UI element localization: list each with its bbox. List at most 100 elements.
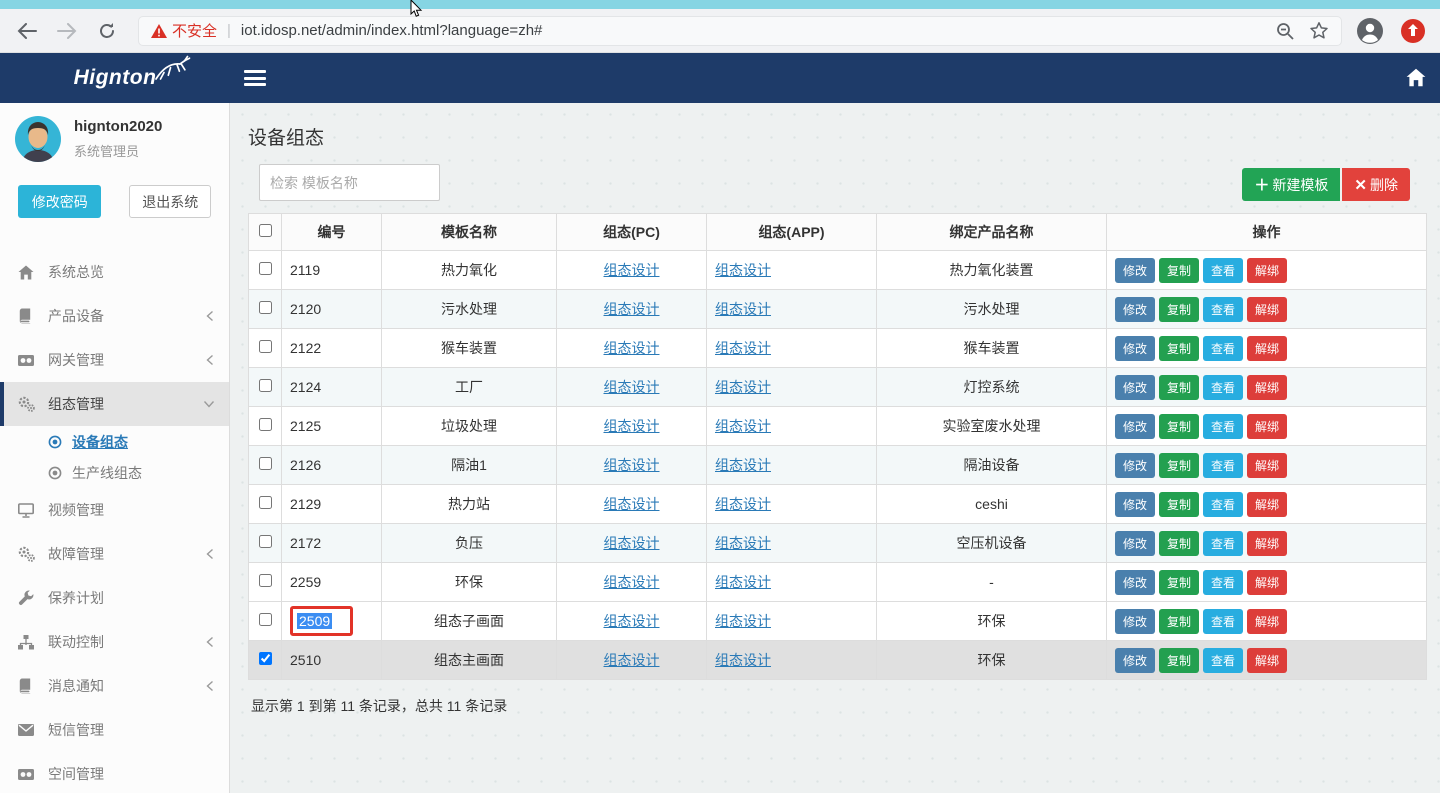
sidebar-item-8[interactable]: 消息通知 [0,664,229,708]
pc-design-link[interactable]: 组态设计 [604,652,660,668]
app-design-link[interactable]: 组态设计 [715,379,771,395]
unbind-button[interactable]: 解绑 [1247,570,1287,595]
pc-design-link[interactable]: 组态设计 [604,457,660,473]
view-button[interactable]: 查看 [1203,453,1243,478]
view-button[interactable]: 查看 [1203,258,1243,283]
sidebar-item-0[interactable]: 系统总览 [0,250,229,294]
pc-design-link[interactable]: 组态设计 [604,574,660,590]
app-design-link[interactable]: 组态设计 [715,496,771,512]
pc-design-link[interactable]: 组态设计 [604,535,660,551]
sidebar-item-1[interactable]: 产品设备 [0,294,229,338]
search-input[interactable] [259,164,440,201]
copy-button[interactable]: 复制 [1159,258,1199,283]
app-design-link[interactable]: 组态设计 [715,340,771,356]
row-checkbox[interactable] [259,379,272,392]
unbind-button[interactable]: 解绑 [1247,453,1287,478]
view-button[interactable]: 查看 [1203,414,1243,439]
edit-button[interactable]: 修改 [1115,414,1155,439]
view-button[interactable]: 查看 [1203,648,1243,673]
row-checkbox[interactable] [259,301,272,314]
app-design-link[interactable]: 组态设计 [715,652,771,668]
edit-button[interactable]: 修改 [1115,570,1155,595]
view-button[interactable]: 查看 [1203,336,1243,361]
row-checkbox[interactable] [259,535,272,548]
sidebar-item-9[interactable]: 短信管理 [0,708,229,752]
pc-design-link[interactable]: 组态设计 [604,262,660,278]
copy-button[interactable]: 复制 [1159,492,1199,517]
copy-button[interactable]: 复制 [1159,336,1199,361]
copy-button[interactable]: 复制 [1159,648,1199,673]
edit-button[interactable]: 修改 [1115,297,1155,322]
edit-button[interactable]: 修改 [1115,492,1155,517]
row-checkbox[interactable] [259,574,272,587]
submenu-item-0[interactable]: 设备组态 [0,426,229,457]
view-button[interactable]: 查看 [1203,375,1243,400]
copy-button[interactable]: 复制 [1159,453,1199,478]
copy-button[interactable]: 复制 [1159,531,1199,556]
unbind-button[interactable]: 解绑 [1247,609,1287,634]
row-checkbox[interactable] [259,340,272,353]
app-design-link[interactable]: 组态设计 [715,418,771,434]
unbind-button[interactable]: 解绑 [1247,648,1287,673]
pc-design-link[interactable]: 组态设计 [604,496,660,512]
pc-design-link[interactable]: 组态设计 [604,379,660,395]
view-button[interactable]: 查看 [1203,492,1243,517]
pc-design-link[interactable]: 组态设计 [604,301,660,317]
view-button[interactable]: 查看 [1203,570,1243,595]
row-checkbox[interactable] [259,496,272,509]
new-template-button[interactable]: ＋新建模板 [1242,168,1340,201]
forward-icon[interactable] [54,18,80,44]
app-design-link[interactable]: 组态设计 [715,457,771,473]
pc-design-link[interactable]: 组态设计 [604,418,660,434]
row-checkbox[interactable] [259,418,272,431]
copy-button[interactable]: 复制 [1159,414,1199,439]
unbind-button[interactable]: 解绑 [1247,492,1287,517]
reload-icon[interactable] [94,18,120,44]
pc-design-link[interactable]: 组态设计 [604,613,660,629]
edit-button[interactable]: 修改 [1115,648,1155,673]
copy-button[interactable]: 复制 [1159,297,1199,322]
logout-button[interactable]: 退出系统 [129,185,211,218]
browser-profile-avatar[interactable] [1356,17,1384,45]
app-design-link[interactable]: 组态设计 [715,574,771,590]
row-checkbox[interactable] [259,457,272,470]
row-checkbox[interactable] [259,262,272,275]
url-bar[interactable]: 不安全 | iot.idosp.net/admin/index.html?lan… [138,16,1342,46]
unbind-button[interactable]: 解绑 [1247,414,1287,439]
delete-button[interactable]: ✕删除 [1342,168,1410,201]
pc-design-link[interactable]: 组态设计 [604,340,660,356]
copy-button[interactable]: 复制 [1159,609,1199,634]
bookmark-star-icon[interactable] [1309,21,1329,41]
edit-button[interactable]: 修改 [1115,531,1155,556]
app-design-link[interactable]: 组态设计 [715,613,771,629]
sidebar-item-7[interactable]: 联动控制 [0,620,229,664]
view-button[interactable]: 查看 [1203,297,1243,322]
edit-button[interactable]: 修改 [1115,609,1155,634]
edit-button[interactable]: 修改 [1115,375,1155,400]
app-design-link[interactable]: 组态设计 [715,262,771,278]
sidebar-item-10[interactable]: 空间管理 [0,752,229,793]
view-button[interactable]: 查看 [1203,531,1243,556]
submenu-item-1[interactable]: 生产线组态 [0,457,229,488]
unbind-button[interactable]: 解绑 [1247,297,1287,322]
zoom-out-icon[interactable] [1275,21,1295,41]
unbind-button[interactable]: 解绑 [1247,531,1287,556]
copy-button[interactable]: 复制 [1159,375,1199,400]
select-all-checkbox[interactable] [259,224,272,237]
sidebar-item-3[interactable]: 组态管理 [0,382,229,426]
unbind-button[interactable]: 解绑 [1247,336,1287,361]
edit-button[interactable]: 修改 [1115,336,1155,361]
edit-button[interactable]: 修改 [1115,453,1155,478]
app-design-link[interactable]: 组态设计 [715,301,771,317]
home-icon[interactable] [1406,68,1426,92]
unbind-button[interactable]: 解绑 [1247,258,1287,283]
menu-toggle-icon[interactable] [244,70,266,86]
browser-update-icon[interactable] [1400,18,1426,44]
row-checkbox[interactable] [259,613,272,626]
view-button[interactable]: 查看 [1203,609,1243,634]
sidebar-item-2[interactable]: 网关管理 [0,338,229,382]
copy-button[interactable]: 复制 [1159,570,1199,595]
unbind-button[interactable]: 解绑 [1247,375,1287,400]
sidebar-item-4[interactable]: 视频管理 [0,488,229,532]
change-password-button[interactable]: 修改密码 [18,185,101,218]
